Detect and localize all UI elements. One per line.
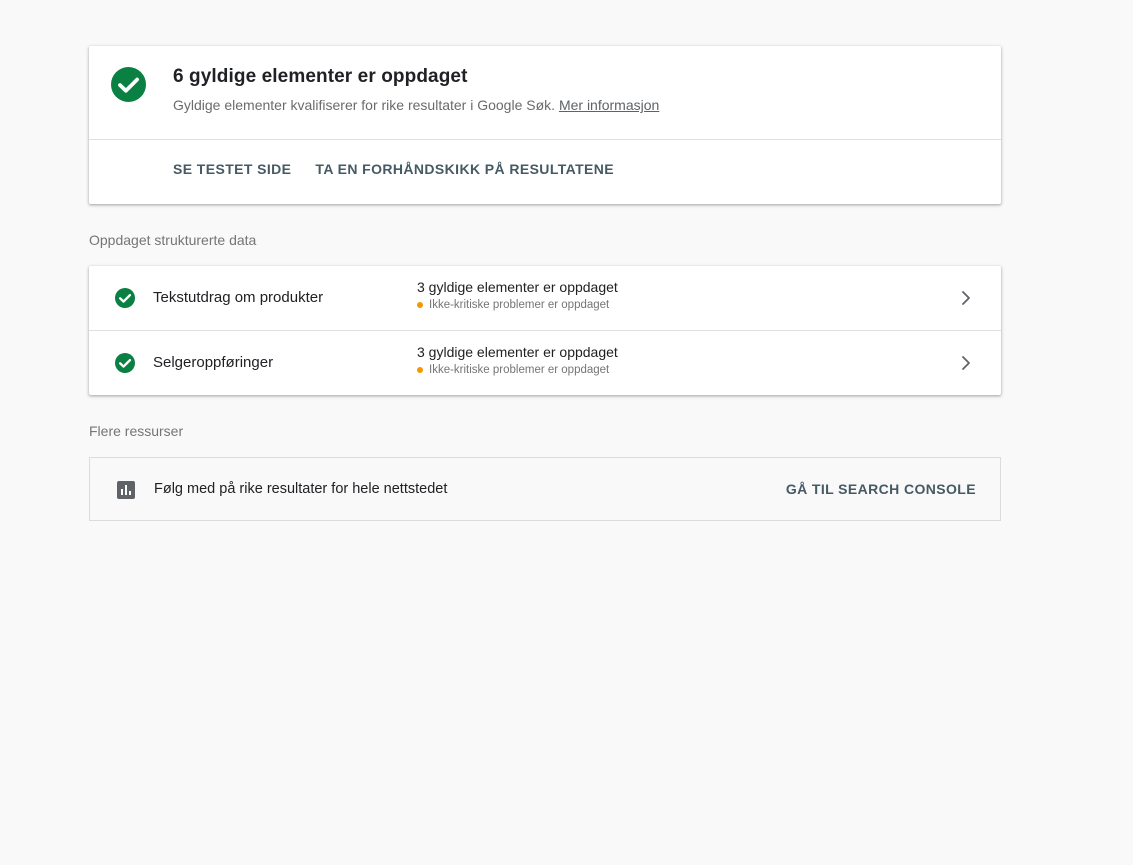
summary-subtitle: Gyldige elementer kvalifiserer for rike … bbox=[173, 97, 659, 113]
item-warning-text: Ikke-kritiske problemer er oppdaget bbox=[429, 299, 610, 311]
warning-dot-icon bbox=[417, 302, 423, 308]
structured-data-item-product-snippets[interactable]: Tekstutdrag om produkter 3 gyldige eleme… bbox=[89, 266, 1001, 330]
check-circle-icon bbox=[111, 67, 146, 102]
resource-text: Følg med på rike resultater for hele net… bbox=[154, 481, 448, 497]
warning-dot-icon bbox=[417, 367, 423, 373]
item-warning-text: Ikke-kritiske problemer er oppdaget bbox=[429, 364, 610, 376]
summary-title: 6 gyldige elementer er oppdaget bbox=[173, 66, 468, 87]
main-content: 6 gyldige elementer er oppdaget Gyldige … bbox=[89, 46, 1001, 521]
structured-data-section-label: Oppdaget strukturerte data bbox=[89, 232, 257, 248]
item-title: Tekstutdrag om produkter bbox=[153, 289, 324, 306]
summary-subtitle-text: Gyldige elementer kvalifiserer for rike … bbox=[173, 97, 556, 113]
go-to-search-console-button[interactable]: GÅ TIL SEARCH CONSOLE bbox=[786, 481, 976, 497]
item-valid-count: 3 gyldige elementer er oppdaget bbox=[417, 344, 618, 360]
chevron-right-icon[interactable] bbox=[961, 355, 971, 371]
summary-header: 6 gyldige elementer er oppdaget Gyldige … bbox=[89, 46, 1001, 140]
structured-data-list: Tekstutdrag om produkter 3 gyldige eleme… bbox=[89, 266, 1001, 395]
item-warning: Ikke-kritiske problemer er oppdaget bbox=[417, 299, 618, 311]
item-status: 3 gyldige elementer er oppdaget Ikke-kri… bbox=[417, 278, 618, 311]
summary-card: 6 gyldige elementer er oppdaget Gyldige … bbox=[89, 46, 1001, 204]
resources-section-label: Flere ressurser bbox=[89, 423, 184, 439]
item-warning: Ikke-kritiske problemer er oppdaget bbox=[417, 364, 618, 376]
view-tested-page-button[interactable]: SE TESTET SIDE bbox=[173, 161, 291, 177]
check-circle-icon bbox=[115, 288, 135, 308]
bar-chart-icon bbox=[117, 481, 135, 499]
check-circle-icon bbox=[115, 353, 135, 373]
preview-results-button[interactable]: TA EN FORHÅNDSKIKK PÅ RESULTATENE bbox=[315, 161, 614, 177]
item-status: 3 gyldige elementer er oppdaget Ikke-kri… bbox=[417, 343, 618, 376]
summary-actions: SE TESTET SIDE TA EN FORHÅNDSKIKK PÅ RES… bbox=[173, 161, 614, 177]
chevron-right-icon[interactable] bbox=[961, 290, 971, 306]
learn-more-link[interactable]: Mer informasjon bbox=[559, 97, 659, 113]
structured-data-item-merchant-listings[interactable]: Selgeroppføringer 3 gyldige elementer er… bbox=[89, 330, 1001, 395]
item-title: Selgeroppføringer bbox=[153, 354, 274, 371]
item-valid-count: 3 gyldige elementer er oppdaget bbox=[417, 279, 618, 295]
resource-item: Følg med på rike resultater for hele net… bbox=[89, 457, 1001, 521]
